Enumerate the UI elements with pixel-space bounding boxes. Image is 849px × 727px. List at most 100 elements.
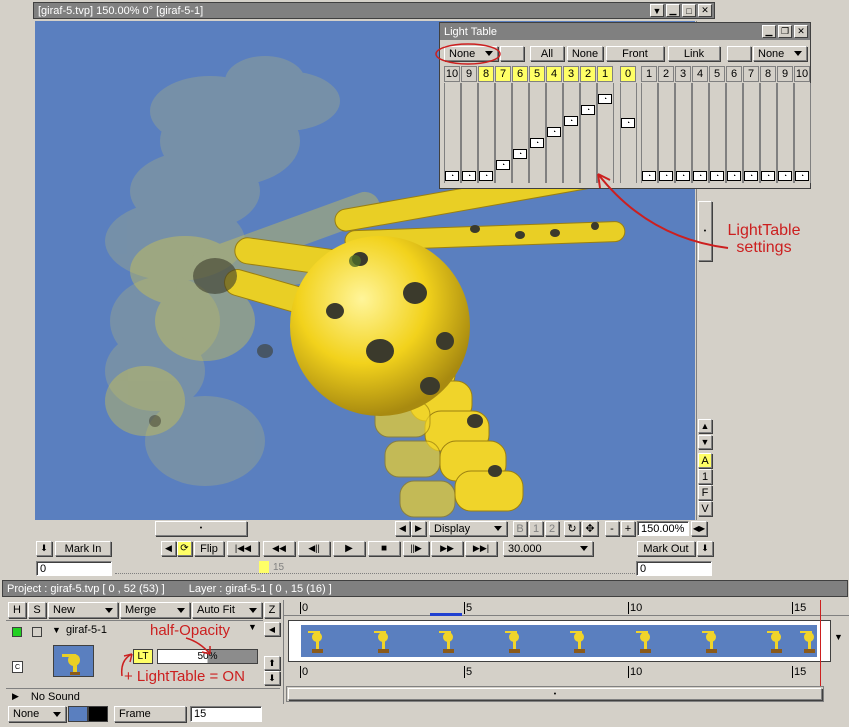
layer-solo-toggle[interactable] [32, 627, 42, 637]
layer-visible-toggle[interactable] [12, 627, 22, 637]
layer-options-arrow-icon[interactable]: ▼ [248, 622, 257, 632]
opacity-key-icon[interactable]: ◔ [479, 171, 493, 181]
light-table-frame-after-7[interactable]: 7 [743, 66, 759, 82]
side-button-v[interactable]: V [698, 501, 712, 516]
light-table-frame-after-1[interactable]: 1 [641, 66, 657, 82]
expand-triangle-icon[interactable]: ▼ [52, 625, 61, 635]
opacity-key-icon[interactable]: ◔ [621, 118, 635, 128]
channel-2-button[interactable]: 2 [545, 521, 559, 536]
light-table-frame-before-7[interactable]: 7 [495, 66, 511, 82]
frame-slider[interactable] [115, 564, 635, 574]
opacity-key-icon[interactable]: ◔ [761, 171, 775, 181]
opacity-key-icon[interactable]: ◔ [530, 138, 544, 148]
horizontal-scroll-thumb[interactable]: • [155, 521, 247, 536]
layer-move-down-icon[interactable]: ⬇ [264, 671, 280, 685]
light-table-blank-button[interactable] [500, 46, 524, 61]
light-table-frame-before-4[interactable]: 4 [546, 66, 562, 82]
expand-right-icon[interactable]: ▶ [12, 691, 19, 702]
fps-select[interactable]: 30.000 [503, 541, 593, 556]
restore-icon[interactable]: ❐ [778, 25, 792, 38]
side-button-1[interactable]: 1 [698, 469, 712, 484]
frame-number-field[interactable]: 15 [190, 706, 262, 722]
mark-in-arrow-icon[interactable]: ⬇ [36, 541, 52, 556]
light-table-link-button[interactable]: Link [668, 46, 720, 61]
light-table-frame-after-3[interactable]: 3 [675, 66, 691, 82]
light-table-frame-after-8[interactable]: 8 [760, 66, 776, 82]
side-button-a[interactable]: A [698, 453, 712, 468]
layer-name[interactable]: giraf-5-1 [66, 624, 107, 636]
display-select[interactable]: Display [429, 521, 507, 536]
frame-start-field[interactable]: 0 [36, 561, 112, 576]
opacity-key-icon[interactable]: ◔ [598, 94, 612, 104]
close-icon[interactable]: ✕ [794, 25, 808, 38]
new-layer-select[interactable]: New [48, 602, 118, 618]
fast-forward-icon[interactable]: ▶▶ [431, 541, 463, 556]
mark-in-button[interactable]: Mark In [55, 541, 111, 556]
light-table-frame-before-9[interactable]: 9 [461, 66, 477, 82]
light-table-frame-current-0[interactable]: 0 [620, 66, 636, 82]
opacity-key-icon[interactable]: ◔ [778, 171, 792, 181]
timeline-scroll-thumb[interactable]: • [288, 688, 822, 700]
light-table-front-button[interactable]: Front [606, 46, 664, 61]
opacity-key-icon[interactable]: ◔ [513, 149, 527, 159]
opacity-key-icon[interactable]: ◔ [795, 171, 809, 181]
play-icon[interactable]: ▶ [333, 541, 365, 556]
scroll-down-icon[interactable]: ▼ [698, 435, 712, 449]
light-table-frame-before-3[interactable]: 3 [563, 66, 579, 82]
first-frame-icon[interactable]: |◀◀ [227, 541, 259, 556]
light-table-frame-after-4[interactable]: 4 [692, 66, 708, 82]
light-table-none-button[interactable]: None [567, 46, 603, 61]
frame-end-field[interactable]: 0 [636, 561, 712, 576]
color-swatch-secondary[interactable] [88, 706, 108, 722]
light-table-all-button[interactable]: All [530, 46, 564, 61]
main-window-titlebar[interactable]: [giraf-5.tvp] 150.00% 0° [giraf-5-1] ▼ ▁… [33, 2, 715, 19]
channel-b-button[interactable]: B [513, 521, 527, 536]
layer-lock-icon[interactable]: C [12, 661, 23, 673]
light-table-frame-after-9[interactable]: 9 [777, 66, 793, 82]
light-table-frame-before-5[interactable]: 5 [529, 66, 545, 82]
dropdown-icon[interactable]: ▼ [650, 4, 664, 17]
opacity-key-icon[interactable]: ◔ [462, 171, 476, 181]
center-icon[interactable]: ✥ [582, 521, 598, 536]
step-back-icon[interactable]: ◀|| [298, 541, 330, 556]
zoom-out-button[interactable]: - [605, 521, 619, 536]
close-icon[interactable]: ✕ [698, 4, 712, 17]
minimize-icon[interactable]: ▁ [762, 25, 776, 38]
scroll-up-icon[interactable]: ▲ [698, 419, 712, 433]
opacity-key-icon[interactable]: ◔ [581, 105, 595, 115]
light-table-blank2-button[interactable] [727, 46, 751, 61]
sound-row[interactable]: ▶ No Sound [6, 688, 280, 704]
light-table-frame-after-6[interactable]: 6 [726, 66, 742, 82]
col-header-s[interactable]: S [28, 602, 46, 618]
rewind-icon[interactable]: ◀◀ [263, 541, 295, 556]
step-forward-icon[interactable]: ||▶ [403, 541, 429, 556]
opacity-key-icon[interactable]: ◔ [744, 171, 758, 181]
bottom-none-select[interactable]: None [8, 706, 66, 722]
auto-fit-select[interactable]: Auto Fit [192, 602, 262, 618]
col-header-h[interactable]: H [8, 602, 26, 618]
light-table-frame-after-2[interactable]: 2 [658, 66, 674, 82]
channel-1-button[interactable]: 1 [529, 521, 543, 536]
zoom-field[interactable]: 150.00% [637, 521, 689, 536]
color-swatch-primary[interactable] [68, 706, 88, 722]
light-table-frame-after-5[interactable]: 5 [709, 66, 725, 82]
light-table-frame-before-10[interactable]: 10 [444, 66, 460, 82]
opacity-key-icon[interactable]: ◔ [445, 171, 459, 181]
opacity-key-icon[interactable]: ◔ [564, 116, 578, 126]
loop-icon[interactable]: ◀ [161, 541, 176, 556]
layer-action-icon[interactable]: ◀ [264, 622, 280, 636]
playhead-marker[interactable] [259, 561, 269, 573]
light-table-frame-before-8[interactable]: 8 [478, 66, 494, 82]
opacity-key-icon[interactable]: ◔ [496, 160, 510, 170]
onion-toggle-icon[interactable]: ⟳ [177, 541, 192, 556]
last-frame-icon[interactable]: ▶▶| [465, 541, 497, 556]
opacity-key-icon[interactable]: ◔ [547, 127, 561, 137]
light-table-frame-before-6[interactable]: 6 [512, 66, 528, 82]
zoom-in-button[interactable]: + [621, 521, 635, 536]
arrow-left-icon[interactable]: ◀ [395, 521, 410, 536]
light-table-frame-before-1[interactable]: 1 [597, 66, 613, 82]
light-table-frame-before-2[interactable]: 2 [580, 66, 596, 82]
side-button-f[interactable]: F [698, 485, 712, 500]
merge-select[interactable]: Merge [120, 602, 190, 618]
timeline-menu-icon[interactable]: ▼ [834, 632, 843, 642]
